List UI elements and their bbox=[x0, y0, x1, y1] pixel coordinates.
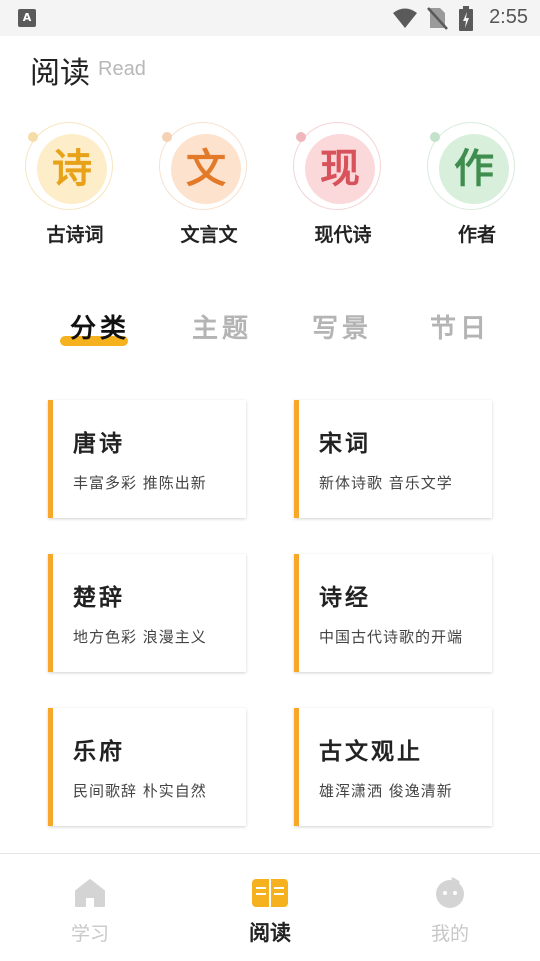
author-glyph-icon: 作 bbox=[439, 134, 509, 204]
category-label: 作者 bbox=[457, 224, 496, 246]
prose-glyph-icon: 文 bbox=[171, 134, 241, 204]
wifi-icon bbox=[393, 8, 417, 28]
nav-read[interactable]: 阅读 bbox=[180, 854, 360, 961]
tab-scenery[interactable]: 写景 bbox=[312, 308, 372, 345]
page-subtitle: Read bbox=[98, 58, 146, 80]
card-title: 楚辞 bbox=[73, 584, 125, 611]
poem-glyph-icon: 诗 bbox=[37, 134, 107, 204]
card-songci[interactable]: 宋词 新体诗歌 音乐文学 bbox=[294, 400, 492, 518]
app-notification-icon: A bbox=[18, 9, 36, 27]
card-title: 乐府 bbox=[73, 738, 125, 765]
card-description: 地方色彩 浪漫主义 bbox=[73, 628, 207, 646]
card-description: 中国古代诗歌的开端 bbox=[319, 628, 464, 646]
tab-theme[interactable]: 主题 bbox=[192, 308, 252, 345]
modern-poem-glyph-icon: 现 bbox=[305, 134, 375, 204]
nav-label: 阅读 bbox=[249, 921, 291, 945]
card-description: 新体诗歌 音乐文学 bbox=[319, 474, 453, 492]
card-description: 雄浑潇洒 俊逸清新 bbox=[319, 782, 453, 800]
nav-label: 我的 bbox=[430, 923, 469, 945]
card-tangshi[interactable]: 唐诗 丰富多彩 推陈出新 bbox=[48, 400, 246, 518]
card-description: 民间歌辞 朴实自然 bbox=[73, 782, 207, 800]
tab-festival[interactable]: 节日 bbox=[430, 308, 490, 345]
category-zuozhe[interactable]: 作 作者 bbox=[422, 122, 532, 262]
card-description: 丰富多彩 推陈出新 bbox=[73, 474, 207, 492]
card-shijing[interactable]: 诗经 中国古代诗歌的开端 bbox=[294, 554, 492, 672]
status-bar: A 2:55 bbox=[0, 0, 540, 36]
card-chuci[interactable]: 楚辞 地方色彩 浪漫主义 bbox=[48, 554, 246, 672]
book-icon bbox=[252, 879, 288, 907]
category-xiandaishi[interactable]: 现 现代诗 bbox=[288, 122, 398, 262]
tab-classification[interactable]: 分类 bbox=[70, 308, 130, 345]
card-yuefu[interactable]: 乐府 民间歌辞 朴实自然 bbox=[48, 708, 246, 826]
category-gushici[interactable]: 诗 古诗词 bbox=[20, 122, 130, 262]
home-icon bbox=[75, 879, 105, 907]
card-title: 诗经 bbox=[319, 584, 371, 611]
category-wenyanwen[interactable]: 文 文言文 bbox=[154, 122, 264, 262]
status-time: 2:55 bbox=[489, 6, 528, 28]
page-title: 阅读 bbox=[30, 56, 90, 91]
card-guwenguanzhi[interactable]: 古文观止 雄浑潇洒 俊逸清新 bbox=[294, 708, 492, 826]
nav-study[interactable]: 学习 bbox=[0, 854, 180, 961]
nav-profile[interactable]: 我的 bbox=[360, 854, 540, 961]
category-label: 古诗词 bbox=[46, 224, 104, 246]
category-label: 文言文 bbox=[180, 224, 238, 246]
card-title: 唐诗 bbox=[73, 430, 125, 457]
no-sim-icon bbox=[427, 7, 448, 30]
category-label: 现代诗 bbox=[314, 224, 372, 246]
battery-charging-icon bbox=[459, 6, 473, 31]
bottom-nav: 学习 阅读 我的 bbox=[0, 853, 540, 961]
card-title: 宋词 bbox=[319, 430, 371, 457]
card-title: 古文观止 bbox=[319, 738, 423, 765]
profile-icon bbox=[436, 877, 464, 908]
nav-label: 学习 bbox=[70, 923, 109, 945]
